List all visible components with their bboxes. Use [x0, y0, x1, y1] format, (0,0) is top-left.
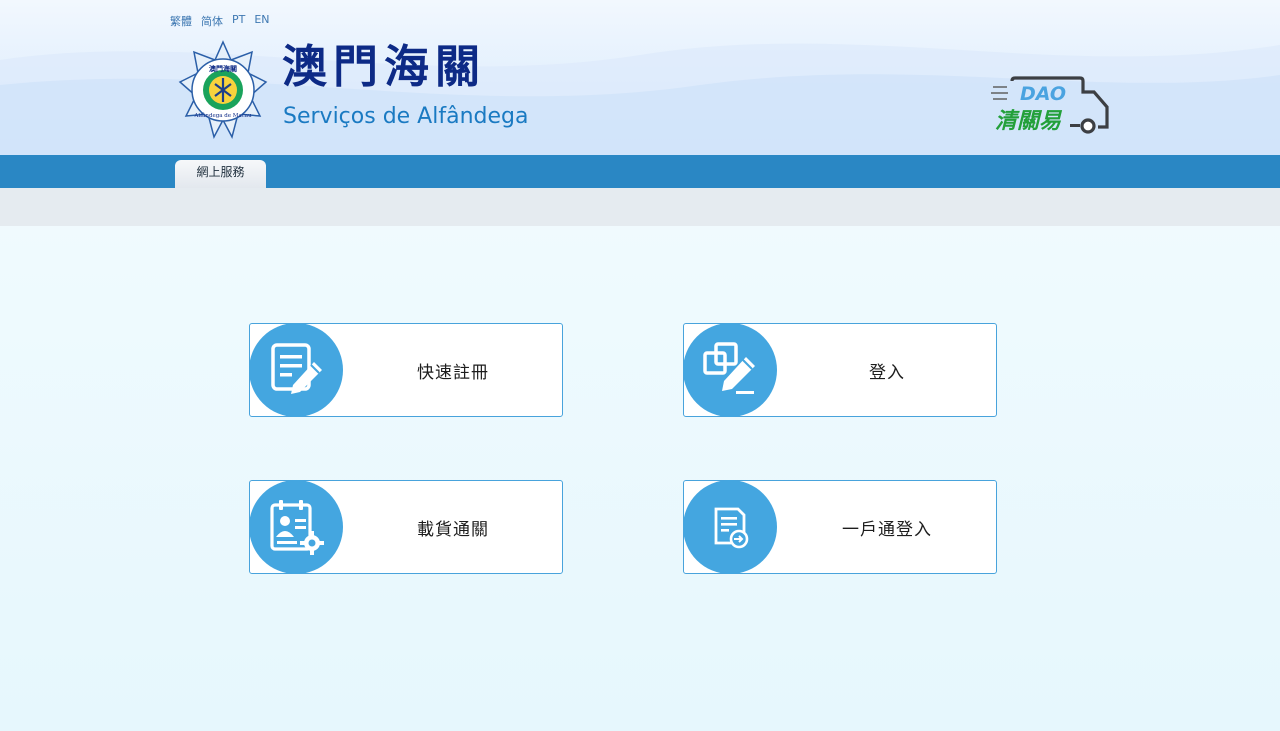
site-header: 繁體 简体 PT EN 澳門海關 Alfândega de Macau 澳門海關…: [0, 0, 1280, 155]
svg-text:Alfândega de Macau: Alfândega de Macau: [193, 112, 252, 119]
lang-english[interactable]: EN: [254, 13, 269, 29]
svg-text:清關易: 清關易: [995, 109, 1063, 134]
main-navigation: 網上服務: [0, 155, 1280, 188]
cargo-clearance-icon: [249, 480, 343, 574]
logo-chinese-title: 澳門海關: [282, 40, 487, 93]
one-account-login-button[interactable]: 一戶通登入: [683, 480, 997, 574]
tab-online-services[interactable]: 網上服務: [175, 160, 266, 188]
lang-simplified-chinese[interactable]: 简体: [201, 13, 223, 29]
login-button[interactable]: 登入: [683, 323, 997, 417]
svg-text:澳門海關: 澳門海關: [209, 64, 237, 73]
sub-navigation-bar: [0, 188, 1280, 226]
login-edit-icon: [683, 323, 777, 417]
svg-text:DAO: DAO: [1020, 83, 1066, 105]
cargo-clearance-button[interactable]: 載貨通關: [249, 480, 563, 574]
quick-register-button[interactable]: 快速註冊: [249, 323, 563, 417]
dao-qingguanyi-logo: DAO 清關易: [991, 76, 1109, 134]
logo-portuguese-title: Serviços de Alfândega: [283, 104, 529, 129]
quick-register-label: 快速註冊: [417, 362, 489, 383]
truck-speed-lines: [991, 86, 1008, 100]
lang-traditional-chinese[interactable]: 繁體: [170, 13, 192, 29]
macau-customs-emblem: 澳門海關 Alfândega de Macau: [178, 40, 268, 140]
login-label: 登入: [869, 362, 905, 383]
language-switcher: 繁體 简体 PT EN: [170, 13, 270, 29]
lang-portuguese[interactable]: PT: [232, 13, 245, 29]
one-account-login-icon: [683, 480, 777, 574]
one-account-login-label: 一戶通登入: [842, 519, 932, 540]
register-form-icon: [249, 323, 343, 417]
cargo-clearance-label: 載貨通關: [417, 519, 489, 540]
